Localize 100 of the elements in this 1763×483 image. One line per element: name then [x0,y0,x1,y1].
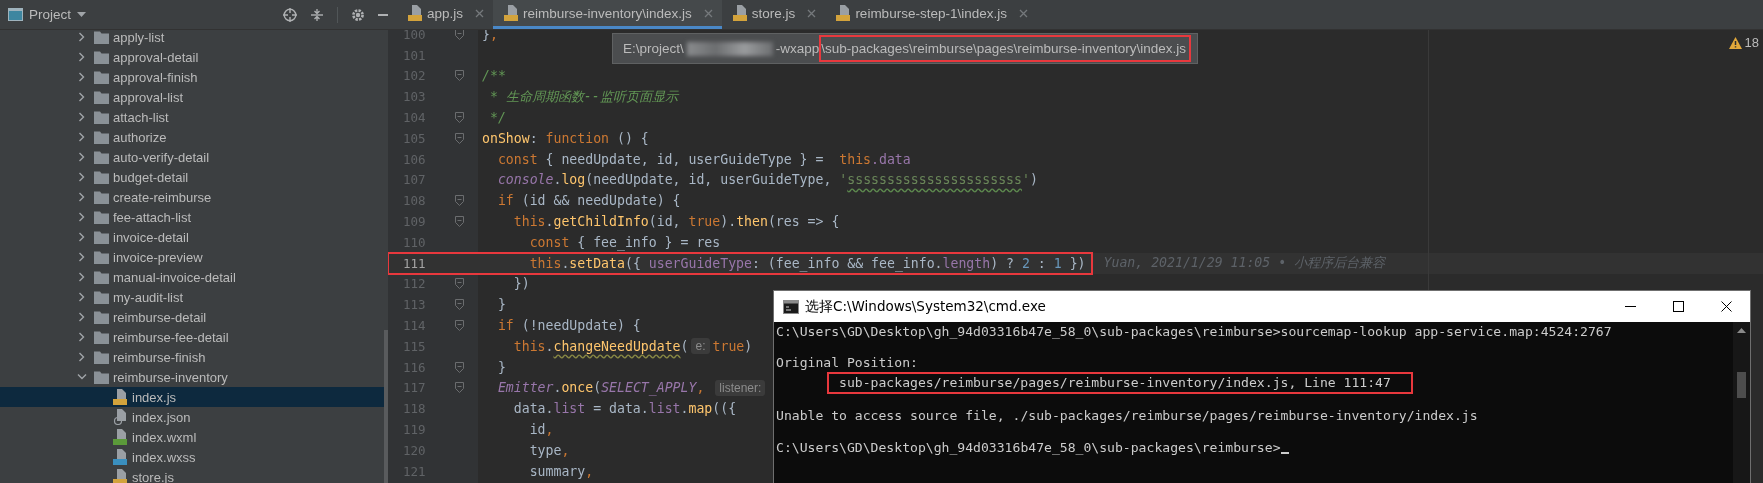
tree-item[interactable]: manual-invoice-detail [0,267,388,287]
json-file-icon [112,409,128,425]
editor-tab[interactable]: reimburse-step-1\index.js [825,0,1037,29]
settings-icon[interactable] [351,7,365,22]
chevron-right-icon[interactable] [78,152,86,162]
tree-item[interactable]: budget-detail [0,167,388,187]
scrollbar[interactable] [1733,322,1750,483]
scrollbar-thumb[interactable] [1737,372,1746,398]
folder-icon [94,330,109,344]
minimize-icon [1624,306,1636,307]
warning-count: 18 [1744,35,1759,50]
tree-item[interactable]: invoice-preview [0,247,388,267]
tree-item[interactable]: apply-list [0,27,388,47]
maximize-icon [1672,301,1684,312]
fold-icon[interactable] [455,195,464,207]
folder-icon [94,230,109,244]
tree-item[interactable]: index.wxml [0,427,388,447]
tree-item[interactable]: index.json [0,407,388,427]
folder-icon [94,290,109,304]
editor-tab[interactable]: app.js [397,0,494,29]
folder-icon [94,70,109,84]
tree-item[interactable]: create-reimburse [0,187,388,207]
code-text: */ [488,110,506,126]
fold-icon[interactable] [455,132,464,144]
tree-item[interactable]: approval-detail [0,47,388,67]
chevron-right-icon[interactable] [78,292,86,302]
code-text: type, [528,442,570,458]
fold-icon[interactable] [455,112,464,124]
tree-item[interactable]: attach-list [0,107,388,127]
fold-icon[interactable] [455,278,464,290]
tree-item[interactable]: invoice-detail [0,227,388,247]
code-text: summary, [528,463,594,479]
tree-item[interactable]: approval-list [0,87,388,107]
tree-item[interactable]: reimburse-finish [0,347,388,367]
code-text: onShow: function () { [482,130,649,146]
tree-item[interactable]: approval-finish [0,67,388,87]
tree-item[interactable]: reimburse-fee-detail [0,327,388,347]
close-icon[interactable] [1018,8,1028,18]
chevron-right-icon[interactable] [78,132,86,142]
tree-item[interactable]: index.wxss [0,447,388,467]
js-file-icon [835,5,852,21]
console-text: C:\Users\GD\Desktop\gh_94d03316b47e_58_0\sub-packages\reimburse>sourcemap-lookup app-service.map:4524:2767 [776,324,1612,340]
chevron-right-icon[interactable] [78,332,86,342]
code-text: * 生命周期函数--监听页面显示 [488,87,678,106]
close-icon[interactable] [475,8,485,18]
chevron-right-icon[interactable] [78,252,86,262]
js-file-icon [731,5,748,21]
chevron-right-icon[interactable] [78,352,86,362]
fold-icon[interactable] [455,30,464,40]
tree-item[interactable]: my-audit-list [0,287,388,307]
folder-icon [94,110,109,124]
tree-item[interactable]: fee-attach-list [0,207,388,227]
panel-title: Project [29,7,72,22]
text-cursor [1280,451,1289,454]
chevron-right-icon[interactable] [78,172,86,182]
chevron-down-icon[interactable] [77,373,87,381]
code-text: Emitter.once(SELECT_APPLY, [496,380,706,396]
line-number: 111 [402,255,427,271]
chevron-right-icon[interactable] [78,312,86,322]
chevron-right-icon[interactable] [78,72,86,82]
fold-icon[interactable] [455,382,464,394]
folder-icon [94,310,109,324]
chevron-right-icon[interactable] [78,232,86,242]
parameter-hint: e: [691,338,710,355]
chevron-right-icon[interactable] [78,112,86,122]
scroll-up-icon[interactable] [1737,328,1746,333]
chevron-right-icon[interactable] [78,192,86,202]
code-text: data.list = data.list.map(({ [512,401,737,417]
code-text: if (!needUpdate) { [496,318,641,334]
wxss-file-icon [112,449,128,465]
tree-item[interactable]: reimburse-detail [0,307,388,327]
project-icon [8,8,23,21]
tree-item[interactable]: authorize [0,127,388,147]
fold-icon[interactable] [455,216,464,228]
chevron-right-icon[interactable] [78,272,86,282]
close-icon[interactable] [807,8,817,18]
chevron-right-icon[interactable] [78,32,86,42]
locate-icon[interactable] [283,7,297,22]
chevron-right-icon[interactable] [78,52,86,62]
fold-icon[interactable] [455,70,464,82]
folder-icon [94,170,109,184]
code-text: if (id && needUpdate) { [496,193,681,209]
tree-item[interactable]: reimburse-inventory [0,367,388,387]
editor-tab[interactable]: store.js [721,0,826,29]
editor-tab[interactable]: reimburse-inventory\index.js [493,0,722,29]
fold-icon[interactable] [455,320,464,332]
fold-icon[interactable] [455,299,464,311]
chevron-right-icon[interactable] [78,92,86,102]
tree-item[interactable]: auto-verify-detail [0,147,388,167]
collapse-all-icon[interactable] [310,7,324,22]
code-text: this.changeNeedUpdate( [512,338,689,354]
minimize-icon[interactable] [378,13,388,16]
js-file-icon [503,5,520,21]
folder-icon [94,210,109,224]
close-icon[interactable] [703,8,713,18]
warning-icon[interactable] [1728,36,1742,49]
fold-icon[interactable] [455,361,464,373]
folder-icon [94,50,109,64]
chevron-right-icon[interactable] [78,212,86,222]
dropdown-caret-icon[interactable] [77,11,87,18]
